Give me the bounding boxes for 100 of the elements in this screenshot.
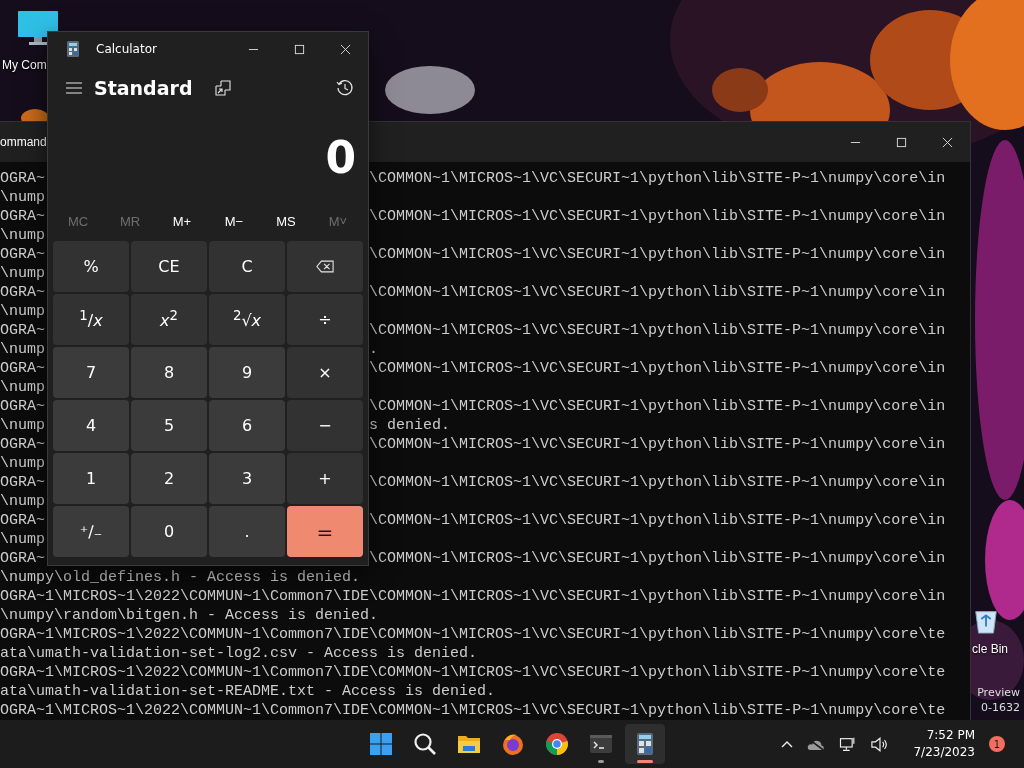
console-text: \nump — [0, 341, 45, 358]
console-text: s denied. — [369, 417, 451, 434]
terminal-icon — [589, 732, 613, 756]
console-text: \COMMON~1\MICROS~1\VC\SECURI~1\python\lib\SITE-P~1\numpy\core\in — [369, 360, 946, 377]
window-title: Calculator — [96, 42, 157, 56]
console-text: ata\umath-validation-set-README.txt - Access is denied. — [0, 683, 496, 700]
maximize-icon — [895, 136, 907, 148]
console-text: OGRA~ — [0, 208, 45, 225]
console-text: \numpy\old_defines.h - Access is denied. — [0, 569, 361, 586]
key-button[interactable]: 8 — [131, 347, 207, 398]
key-button[interactable]: $^{1}$/x — [53, 294, 129, 345]
console-text: OGRA~ — [0, 360, 45, 377]
console-text: \COMMON~1\MICROS~1\VC\SECURI~1\python\lib\SITE-P~1\numpy\core\in — [369, 322, 946, 339]
key-button[interactable]: % — [53, 241, 129, 292]
console-text: OGRA~1\MICROS~1\2022\COMMUN~1\Common7\IDE\COMMON~1\MICROS~1\VC\SECURI~1\python\lib\SITE-P~1\numpy\core\te — [0, 664, 946, 681]
console-text: OGRA~ — [0, 322, 45, 339]
browser-icon — [501, 732, 525, 756]
memory-button[interactable]: M− — [209, 209, 259, 233]
icon-label[interactable]: My Com — [2, 58, 47, 72]
memory-button[interactable]: M+ — [157, 209, 207, 233]
key-button[interactable]: 9 — [209, 347, 285, 398]
key-button[interactable]: 3 — [209, 453, 285, 504]
console-text: \COMMON~1\MICROS~1\VC\SECURI~1\python\lib\SITE-P~1\numpy\core\in — [369, 512, 946, 529]
pin-window-icon — [214, 80, 231, 96]
maximize-icon — [293, 43, 305, 55]
menu-icon — [66, 80, 82, 96]
calculator-icon — [67, 41, 79, 57]
console-text: \nump — [0, 227, 45, 244]
start-icon — [369, 732, 393, 756]
key-button[interactable]: ÷ — [287, 294, 363, 345]
console-text: \nump — [0, 417, 45, 434]
key-button[interactable]: + — [287, 453, 363, 504]
icon-label[interactable]: cle Bin — [972, 642, 1009, 656]
clock-date[interactable]: 7/23/2023 — [913, 744, 975, 761]
browser-icon — [545, 732, 569, 756]
equals-button[interactable]: = — [287, 506, 363, 557]
console-text: OGRA~ — [0, 284, 45, 301]
monitor-icon[interactable] — [17, 10, 59, 46]
close-icon — [941, 136, 953, 148]
console-text: \nump — [0, 531, 45, 548]
key-button[interactable]: 6 — [209, 400, 285, 451]
console-text: OGRA~1\MICROS~1\2022\COMMUN~1\Common7\IDE\COMMON~1\MICROS~1\VC\SECURI~1\python\lib\SITE-P~1\numpy\core\in — [0, 588, 946, 605]
volume-icon[interactable] — [871, 736, 890, 752]
console-text: OGRA~ — [0, 170, 45, 187]
console-text: \COMMON~1\MICROS~1\VC\SECURI~1\python\lib\SITE-P~1\numpy\core\in — [369, 208, 946, 225]
clock-time[interactable]: 7:52 PM — [926, 727, 975, 744]
console-text: \COMMON~1\MICROS~1\VC\SECURI~1\python\lib\SITE-P~1\numpy\core\in — [369, 398, 946, 415]
notification-badge[interactable]: 1 — [989, 736, 1005, 752]
key-button[interactable]: ⁺∕₋ — [53, 506, 129, 557]
window-title: ommand — [0, 135, 47, 149]
key-button[interactable]: × — [287, 347, 363, 398]
console-text: OGRA~ — [0, 398, 45, 415]
console-text: . — [369, 341, 379, 358]
chevron-up-icon[interactable] — [781, 740, 794, 748]
calculator-taskbar-button[interactable] — [625, 724, 665, 764]
console-text: \COMMON~1\MICROS~1\VC\SECURI~1\python\lib\SITE-P~1\numpy\core\in — [369, 550, 946, 567]
console-text: \COMMON~1\MICROS~1\VC\SECURI~1\python\lib\SITE-P~1\numpy\core\in — [369, 436, 946, 453]
console-text: OGRA~1\MICROS~1\2022\COMMUN~1\Common7\IDE\COMMON~1\MICROS~1\VC\SECURI~1\python\lib\SITE-P~1\numpy\core\te — [0, 626, 946, 643]
console-text: \nump — [0, 379, 45, 396]
key-button[interactable]: $^{2}$√x — [209, 294, 285, 345]
key-button[interactable]: 4 — [53, 400, 129, 451]
key-button[interactable]: CE — [131, 241, 207, 292]
console-text: ata\umath-validation-set-log2.csv - Access is denied. — [0, 645, 478, 662]
console-text: \nump — [0, 303, 45, 320]
console-text: OGRA~ — [0, 246, 45, 263]
console-text: \COMMON~1\MICROS~1\VC\SECURI~1\python\lib\SITE-P~1\numpy\core\in — [369, 170, 946, 187]
console-text: OGRA~ — [0, 512, 45, 529]
key-button[interactable]: 0 — [131, 506, 207, 557]
console-text: \COMMON~1\MICROS~1\VC\SECURI~1\python\lib\SITE-P~1\numpy\core\in — [369, 246, 946, 263]
running-indicator — [598, 760, 604, 763]
memory-button[interactable]: MS — [261, 209, 311, 233]
console-text: OGRA~1\MICROS~1\2022\COMMUN~1\Common7\IDE\COMMON~1\MICROS~1\VC\SECURI~1\python\lib\SITE-P~1\numpy\core\te — [0, 702, 946, 719]
key-button[interactable]: x$^{2}$ — [131, 294, 207, 345]
console-text: \nump — [0, 189, 45, 206]
key-button[interactable]: 1 — [53, 453, 129, 504]
console-text: \nump — [0, 493, 45, 510]
key-button[interactable]: 5 — [131, 400, 207, 451]
console-text: OGRA~ — [0, 474, 45, 491]
key-button[interactable]: 7 — [53, 347, 129, 398]
history-icon — [336, 79, 354, 97]
backspace-button[interactable] — [287, 241, 363, 292]
console-text: \COMMON~1\MICROS~1\VC\SECURI~1\python\lib\SITE-P~1\numpy\core\in — [369, 284, 946, 301]
key-button[interactable]: 2 — [131, 453, 207, 504]
result-display: 0 — [325, 131, 356, 183]
console-text: \numpy\random\bitgen.h - Access is denied. — [0, 607, 379, 624]
console-text: OGRA~ — [0, 436, 45, 453]
build-watermark-text: 0-1632 — [981, 700, 1020, 715]
key-button[interactable]: − — [287, 400, 363, 451]
mode-title: Standard — [94, 77, 193, 99]
console-text: \COMMON~1\MICROS~1\VC\SECURI~1\python\lib\SITE-P~1\numpy\core\in — [369, 474, 946, 491]
console-text: OGRA~ — [0, 550, 45, 567]
key-button[interactable]: C — [209, 241, 285, 292]
console-text: \nump — [0, 455, 45, 472]
running-indicator — [637, 760, 653, 763]
close-icon — [339, 43, 351, 55]
backspace-icon — [316, 260, 334, 273]
build-watermark-text: Preview — [977, 685, 1020, 700]
search-icon — [413, 732, 437, 756]
console-text: \nump — [0, 265, 45, 282]
key-button[interactable]: . — [209, 506, 285, 557]
